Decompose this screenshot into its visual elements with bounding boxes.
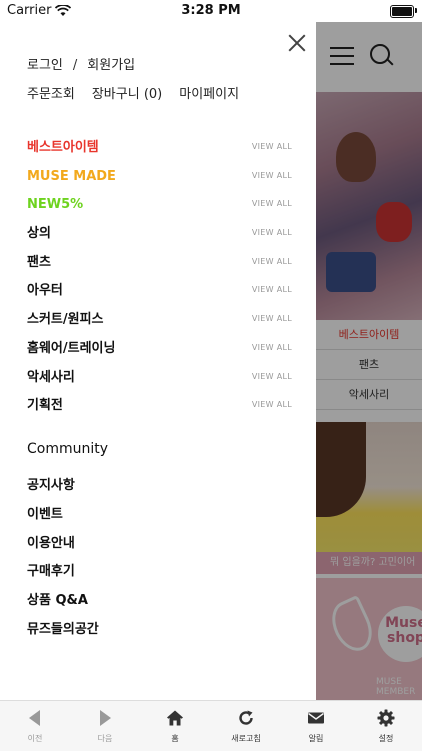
mail-icon — [308, 712, 324, 724]
view-all-link[interactable]: VIEW ALL — [252, 137, 292, 157]
view-all-link[interactable]: VIEW ALL — [252, 309, 292, 329]
menu-item-label: 아우터 — [27, 283, 63, 299]
order-lookup-link[interactable]: 주문조회 — [27, 87, 75, 102]
menu-item-accessories[interactable]: 악세사리 VIEW ALL — [27, 366, 292, 395]
community-item-guide[interactable]: 이용안내 — [27, 532, 99, 561]
menu-item-homewear[interactable]: 홈웨어/트레이닝 VIEW ALL — [27, 337, 292, 366]
view-all-link[interactable]: VIEW ALL — [252, 338, 292, 358]
close-icon[interactable] — [287, 33, 307, 53]
community-heading: Community — [27, 441, 109, 457]
view-all-link[interactable]: VIEW ALL — [252, 395, 292, 415]
category-menu: 베스트아이템 VIEW ALL MUSE MADE VIEW ALL NEW5% VI… — [27, 136, 292, 423]
community-item-notice[interactable]: 공지사항 — [27, 474, 99, 503]
menu-item-skirt-dress[interactable]: 스커트/원피스 VIEW ALL — [27, 308, 292, 337]
community-item-event[interactable]: 이벤트 — [27, 503, 99, 532]
cart-link[interactable]: 장바구니 (0) — [92, 87, 162, 102]
tab-label: 이전 — [27, 734, 43, 743]
menu-item-label: 기획전 — [27, 398, 63, 414]
account-separator: / — [72, 58, 78, 73]
tab-back[interactable]: 이전 — [0, 701, 70, 751]
forward-icon — [96, 709, 114, 727]
menu-item-label: 팬츠 — [27, 254, 51, 270]
tab-label: 설정 — [378, 734, 394, 743]
menu-item-label: 스커트/원피스 — [27, 312, 104, 328]
status-bar: Carrier 3:28 PM — [0, 0, 422, 22]
menu-item-muse-made[interactable]: MUSE MADE VIEW ALL — [27, 165, 292, 194]
menu-item-label: 홈웨어/트레이닝 — [27, 340, 116, 356]
view-all-link[interactable]: VIEW ALL — [252, 252, 292, 272]
bottom-toolbar: 이전 다음 홈 새로고침 알림 설정 — [0, 700, 422, 751]
view-all-link[interactable]: VIEW ALL — [252, 194, 292, 214]
battery-icon — [390, 5, 414, 18]
view-all-link[interactable]: VIEW ALL — [252, 367, 292, 387]
tab-label: 다음 — [97, 734, 113, 743]
tab-settings[interactable]: 설정 — [351, 701, 421, 751]
menu-item-label: MUSE MADE — [27, 168, 116, 184]
community-item-muse-space[interactable]: 뮤즈들의공간 — [27, 618, 99, 647]
tab-label: 새로고침 — [231, 734, 261, 743]
menu-item-special[interactable]: 기획전 VIEW ALL — [27, 394, 292, 423]
community-item-reviews[interactable]: 구매후기 — [27, 560, 99, 589]
menu-item-tops[interactable]: 상의 VIEW ALL — [27, 222, 292, 251]
tab-home[interactable]: 홈 — [140, 701, 210, 751]
menu-item-pants[interactable]: 팬츠 VIEW ALL — [27, 251, 292, 280]
menu-item-label: 상의 — [27, 226, 51, 242]
menu-item-best[interactable]: 베스트아이템 VIEW ALL — [27, 136, 292, 165]
dim-overlay[interactable] — [316, 22, 422, 700]
view-all-link[interactable]: VIEW ALL — [252, 223, 292, 243]
mypage-link[interactable]: 마이페이지 — [179, 87, 239, 102]
battery-tip — [415, 8, 417, 13]
menu-item-new5[interactable]: NEW5% VIEW ALL — [27, 193, 292, 222]
tab-notifications[interactable]: 알림 — [281, 701, 351, 751]
background-page: 베스트아이템 팬츠 악세사리 뭐 입을까? 고민이어 Muse shop MUS… — [316, 22, 422, 700]
menu-item-label: 베스트아이템 — [27, 140, 99, 155]
gear-icon — [377, 709, 395, 727]
tab-refresh[interactable]: 새로고침 — [211, 701, 281, 751]
signup-link[interactable]: 회원가입 — [87, 58, 135, 73]
back-icon — [26, 709, 44, 727]
quick-links: 주문조회 장바구니 (0) 마이페이지 — [27, 83, 256, 102]
tab-forward[interactable]: 다음 — [70, 701, 140, 751]
login-link[interactable]: 로그인 — [27, 58, 63, 73]
view-all-link[interactable]: VIEW ALL — [252, 166, 292, 186]
clock: 3:28 PM — [181, 3, 241, 18]
home-icon — [167, 710, 183, 726]
community-menu: 공지사항 이벤트 이용안내 구매후기 상품 Q&A 뮤즈들의공간 — [27, 474, 99, 647]
account-links: 로그인 / 회원가입 — [27, 54, 135, 73]
side-drawer: 로그인 / 회원가입 주문조회 장바구니 (0) 마이페이지 베스트아이템 VIEW AL… — [0, 22, 316, 700]
refresh-icon — [239, 710, 253, 725]
community-item-qna[interactable]: 상품 Q&A — [27, 589, 99, 618]
menu-item-outer[interactable]: 아우터 VIEW ALL — [27, 279, 292, 308]
menu-item-label: 악세사리 — [27, 369, 75, 385]
tab-label: 알림 — [308, 734, 324, 743]
tab-label: 홈 — [171, 734, 179, 743]
view-all-link[interactable]: VIEW ALL — [252, 280, 292, 300]
menu-item-label: NEW5% — [27, 197, 84, 213]
